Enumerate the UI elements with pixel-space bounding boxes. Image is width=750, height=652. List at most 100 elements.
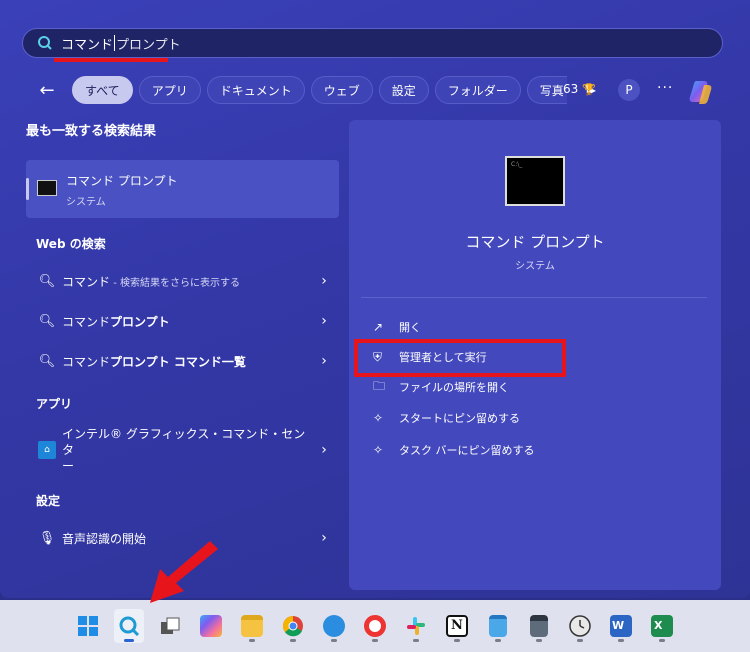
command-prompt-icon <box>37 180 57 196</box>
red-flower-icon <box>364 615 386 637</box>
action-pin-to-taskbar[interactable]: ✧ タスク バーにピン留めする <box>373 438 535 462</box>
taskbar-calculator-button[interactable] <box>524 609 554 643</box>
taskbar-app-button[interactable] <box>319 609 349 643</box>
running-indicator <box>249 639 255 642</box>
filter-chip-web[interactable]: ウェブ <box>310 76 373 104</box>
search-bar[interactable]: コマンド プロンプト <box>22 28 723 58</box>
notepad-icon <box>489 615 507 637</box>
web-result-row[interactable]: 🔍︎ コマンドプロンプト コマンド一覧 › <box>26 343 339 379</box>
rewards-badge[interactable]: 63 🏆 <box>563 82 596 96</box>
back-arrow-icon[interactable]: ← <box>34 80 60 101</box>
taskbar-slack-button[interactable] <box>401 609 431 643</box>
slack-icon <box>407 617 425 635</box>
copilot-icon[interactable] <box>688 77 716 105</box>
web-result-text: コマンドプロンプト <box>62 313 309 330</box>
detail-sub: システム <box>515 261 555 272</box>
rewards-count: 63 <box>563 82 579 96</box>
running-indicator <box>413 639 419 642</box>
chevron-right-icon: › <box>321 353 327 369</box>
web-result-suffix: プロンプト <box>110 314 170 329</box>
best-match-name: コマンド プロンプト <box>66 174 178 188</box>
taskbar: N W X <box>0 600 750 652</box>
running-indicator <box>659 639 665 642</box>
web-result-suffix: プロンプト コマンド一覧 <box>110 354 246 369</box>
web-result-prefix: コマンド <box>62 314 111 329</box>
chevron-right-icon: › <box>321 442 327 458</box>
microphone-icon: 🎙︎ <box>38 530 56 546</box>
action-open-file-location[interactable]: 🗀 ファイルの場所を開く <box>373 375 509 399</box>
chevron-right-icon: › <box>321 313 327 329</box>
notion-icon: N <box>446 615 468 637</box>
word-icon: W <box>610 615 632 637</box>
chevron-right-icon: › <box>321 530 327 546</box>
filter-chip-documents[interactable]: ドキュメント <box>206 76 305 104</box>
running-indicator <box>454 639 460 642</box>
running-indicator <box>577 639 583 642</box>
chevron-right-icon: › <box>321 273 327 289</box>
running-indicator <box>536 639 542 642</box>
running-indicator <box>618 639 624 642</box>
copilot-icon <box>200 615 222 637</box>
taskbar-start-button[interactable] <box>73 609 103 643</box>
taskbar-app-button[interactable] <box>360 609 390 643</box>
filter-chip-all[interactable]: すべて <box>72 76 133 104</box>
taskbar-search-button[interactable] <box>114 609 144 643</box>
best-match-title: 最も一致する検索結果 <box>26 124 157 139</box>
settings-title: 設定 <box>36 494 61 508</box>
filter-chip-folders[interactable]: フォルダー <box>434 76 521 104</box>
command-prompt-icon-text: C:\_ <box>511 161 523 168</box>
action-label: スタートにピン留めする <box>399 412 520 425</box>
web-result-row[interactable]: 🔍︎ コマンド - 検索結果をさらに表示する › <box>26 263 339 299</box>
running-indicator <box>495 639 501 642</box>
selection-indicator <box>26 178 29 200</box>
running-indicator <box>331 639 337 642</box>
search-icon: 🔍︎ <box>38 353 56 369</box>
web-result-prefix: コマンド <box>62 274 111 289</box>
taskbar-notepad-button[interactable] <box>483 609 513 643</box>
taskbar-copilot-button[interactable] <box>196 609 226 643</box>
active-indicator <box>124 639 134 642</box>
folder-icon: 🗀 <box>373 378 386 393</box>
web-result-text: コマンド - 検索結果をさらに表示する <box>62 273 309 290</box>
filter-chip-apps[interactable]: アプリ <box>138 76 201 104</box>
more-options-icon[interactable]: ··· <box>657 80 673 96</box>
app-result-text: インテル® グラフィックス・コマンド・センタ ー <box>62 426 309 474</box>
pin-icon: ✧ <box>373 443 384 457</box>
taskbar-clock-button[interactable] <box>565 609 595 643</box>
running-indicator <box>372 639 378 642</box>
search-input[interactable]: コマンド プロンプト <box>61 34 181 53</box>
chrome-icon <box>283 616 303 637</box>
red-arrow-annotation <box>150 541 218 603</box>
intel-graphics-icon: ⌂ <box>32 441 62 459</box>
filter-chip-photos[interactable]: 写真 <box>526 76 567 104</box>
trophy-icon: 🏆 <box>582 82 596 96</box>
apps-title: アプリ <box>36 397 73 411</box>
windows-logo-icon <box>78 616 98 636</box>
filter-bar: ← すべて アプリ ドキュメント ウェブ 設定 フォルダー 写真 ▶ <box>34 75 596 105</box>
best-match-item[interactable]: コマンド プロンプト システム <box>26 160 339 218</box>
filter-chip-settings[interactable]: 設定 <box>378 76 429 104</box>
clock-icon <box>569 615 591 637</box>
taskbar-explorer-button[interactable] <box>237 609 267 643</box>
taskbar-excel-button[interactable]: X <box>647 609 677 643</box>
action-pin-to-start[interactable]: ✧ スタートにピン留めする <box>373 406 520 430</box>
action-label: ファイルの場所を開く <box>399 381 509 394</box>
search-icon: 🔍︎ <box>38 273 56 289</box>
folder-icon <box>241 615 263 637</box>
red-highlight-box-annotation <box>354 339 566 377</box>
avatar[interactable]: P <box>618 79 640 101</box>
search-typed-text: コマンド <box>61 37 114 53</box>
action-label: タスク バーにピン留めする <box>399 444 535 457</box>
task-view-icon <box>161 617 180 634</box>
taskbar-chrome-button[interactable] <box>278 609 308 643</box>
taskbar-task-view-button[interactable] <box>155 609 185 643</box>
web-result-row[interactable]: 🔍︎ コマンドプロンプト › <box>26 303 339 339</box>
taskbar-notion-button[interactable]: N <box>442 609 472 643</box>
red-underline-annotation <box>54 58 168 62</box>
action-open[interactable]: ↗ 開く <box>373 315 421 339</box>
divider <box>361 297 707 298</box>
taskbar-word-button[interactable]: W <box>606 609 636 643</box>
results-list: 最も一致する検索結果 <box>26 120 340 140</box>
blue-app-icon <box>323 615 345 637</box>
app-result-row[interactable]: ⌂ インテル® グラフィックス・コマンド・センタ ー › <box>26 424 339 476</box>
